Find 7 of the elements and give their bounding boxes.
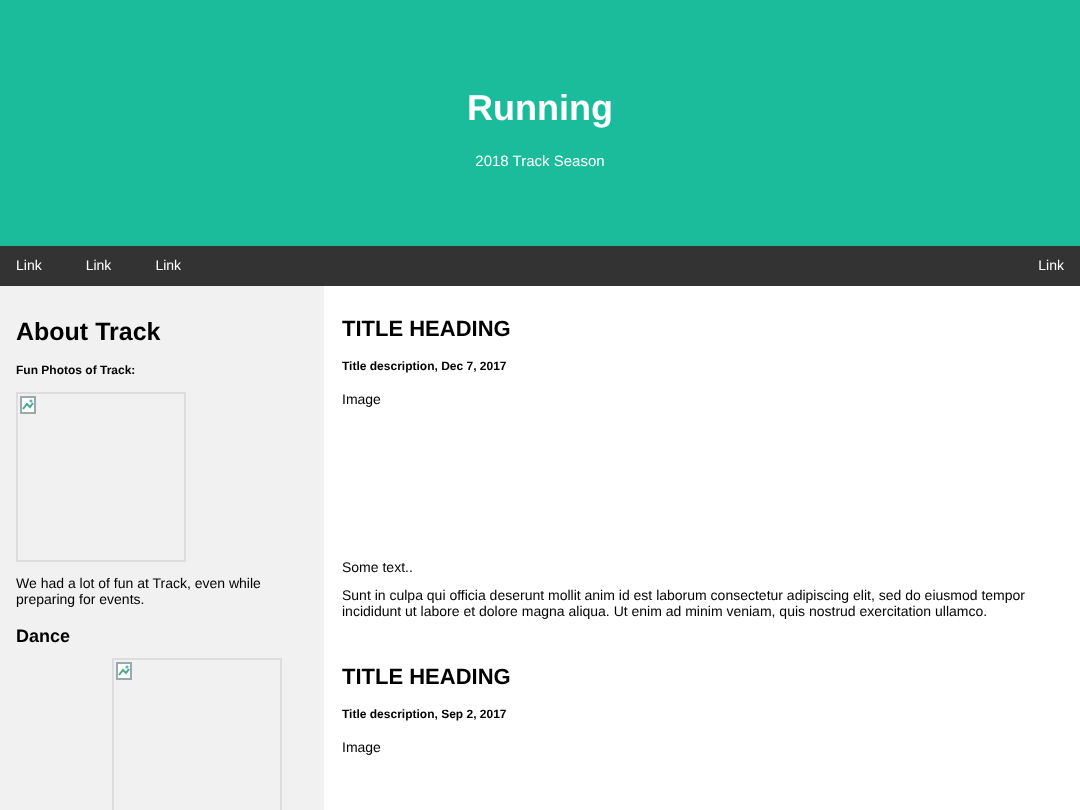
section-heading: Dance <box>16 626 73 646</box>
sidebar-title: About Track <box>16 318 163 346</box>
broken-image-icon <box>20 396 36 414</box>
broken-image-icon <box>116 662 132 680</box>
site-title: Running <box>467 88 613 130</box>
post-title: TITLE HEADING <box>342 666 513 690</box>
post-title: TITLE HEADING <box>342 318 513 342</box>
